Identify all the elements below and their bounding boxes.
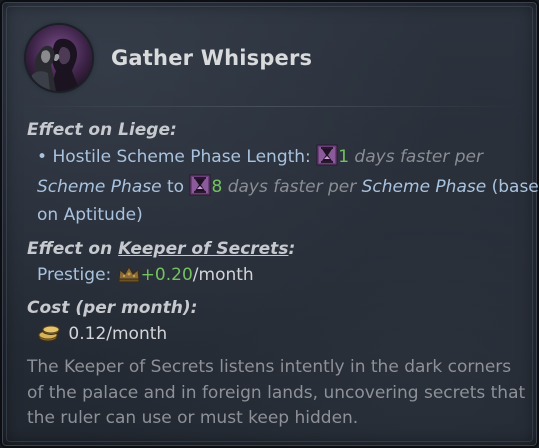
effect-keeper-prefix: Effect on: [27, 239, 119, 259]
based-text: (based: [491, 177, 539, 197]
effect-keeper-suffix: :: [288, 239, 296, 259]
value-min: 1: [338, 147, 350, 167]
faster-per-text-2: days faster per: [227, 177, 357, 197]
hourglass-icon: [316, 144, 338, 172]
gold-coins-icon: [37, 323, 63, 349]
bullet: •: [37, 147, 48, 167]
cost-value: 0.12/month: [68, 324, 168, 344]
faster-per-text-1: days faster per: [354, 147, 483, 167]
cost-line: 0.12/month: [37, 323, 167, 349]
effect-keeper-heading: Effect on Keeper of Secrets:: [27, 238, 295, 260]
effect-liege-heading: Effect on Liege:: [27, 120, 177, 140]
on-aptitude-text: on Aptitude): [37, 205, 143, 225]
title: Gather Whispers: [111, 46, 313, 70]
tooltip-panel: Gather Whispers Effect on Liege: • Hosti…: [0, 0, 539, 448]
flavor-line-2: of the palace and in foreign lands, unco…: [27, 383, 526, 403]
divider: [20, 106, 519, 107]
prestige-label[interactable]: Prestige:: [37, 265, 111, 285]
effect-liege-line-1: • Hostile Scheme Phase Length: 1 days fa…: [37, 144, 483, 172]
flavor-line-1: The Keeper of Secrets listens intently i…: [27, 357, 512, 377]
effect-liege-line-2: Scheme Phase to 8 days faster per Scheme…: [37, 174, 539, 202]
whispering-figures-icon: [26, 25, 92, 91]
value-max: 8: [211, 177, 223, 197]
to-text: to: [166, 177, 185, 197]
flavor-line-3: the ruler can use or must keep hidden.: [27, 408, 359, 428]
scheme-phase-link-2[interactable]: Scheme Phase: [362, 177, 487, 197]
prestige-value: +0.20: [140, 265, 193, 285]
cost-heading: Cost (per month):: [27, 298, 198, 318]
prestige-line: Prestige: +0.20/month: [37, 264, 254, 290]
scheme-phase-link-1[interactable]: Scheme Phase: [37, 177, 162, 197]
prestige-unit: /month: [192, 265, 254, 285]
crown-icon: [117, 264, 141, 290]
keeper-of-secrets-link[interactable]: Keeper of Secrets: [118, 239, 288, 259]
scheme-phase-length-label[interactable]: Hostile Scheme Phase Length:: [52, 147, 310, 167]
hourglass-icon-2: [189, 174, 211, 202]
